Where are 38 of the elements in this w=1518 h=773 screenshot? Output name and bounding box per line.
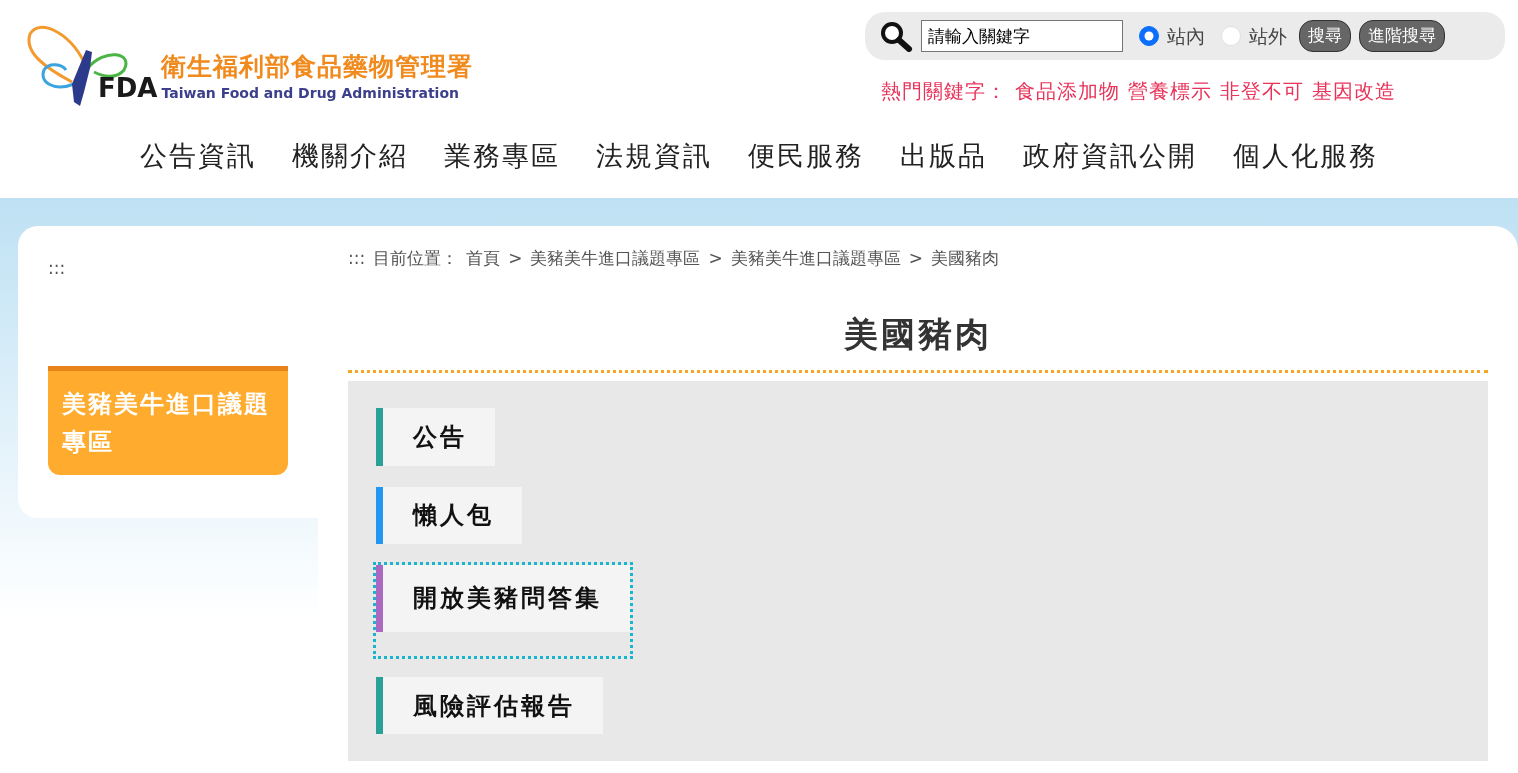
nav-link[interactable]: 便民服務 (748, 136, 864, 198)
accesskey-marker: ::: (48, 258, 66, 278)
hot-keyword-link[interactable]: 食品添加物 (1015, 76, 1120, 106)
breadcrumb-link[interactable]: 美國豬肉 (930, 246, 999, 272)
page-title: 美國豬肉 (844, 313, 992, 355)
topic-link[interactable]: 開放美豬問答集 (376, 564, 630, 632)
hot-keyword-link[interactable]: 非登不可 (1220, 76, 1304, 106)
breadcrumb-separator: > (508, 247, 523, 270)
hot-keyword-link[interactable]: 營養標示 (1128, 76, 1212, 106)
radio-button[interactable] (1139, 26, 1159, 46)
nav-link[interactable]: 業務專區 (444, 136, 560, 198)
search-icon[interactable] (879, 20, 913, 52)
nav-link[interactable]: 法規資訊 (596, 136, 712, 198)
nav-link[interactable]: 機關介紹 (292, 136, 408, 198)
logo-title: 衛生福利部食品藥物管理署 (161, 54, 474, 79)
breadcrumb-label: 目前位置： (373, 247, 459, 270)
nav-link[interactable]: 出版品 (900, 136, 987, 198)
nav-link[interactable]: 政府資訊公開 (1023, 136, 1197, 198)
breadcrumb-link[interactable]: 首頁 (466, 246, 501, 272)
search-field[interactable]: 請輸入關鍵字 (921, 20, 1123, 52)
accesskey-marker: ::: (348, 247, 366, 270)
topic-link[interactable]: 公告 (376, 408, 495, 466)
topic-link[interactable]: 風險評估報告 (376, 676, 603, 735)
logo-subtitle: Taiwan Food and Drug Administration (161, 84, 460, 103)
breadcrumb-link[interactable]: 美豬美牛進口議題專區 (730, 246, 901, 272)
radio-label: 站外 (1249, 23, 1287, 49)
topic-link[interactable]: 懶人包 (376, 486, 522, 544)
breadcrumb-link[interactable]: 美豬美牛進口議題專區 (530, 246, 701, 272)
nav-link[interactable]: 個人化服務 (1233, 136, 1378, 198)
hot-keyword-link[interactable]: 基因改造 (1312, 76, 1396, 106)
radio-label: 站內 (1167, 23, 1205, 49)
hot-keywords-label: 熱門關鍵字： (881, 78, 1007, 105)
search-button[interactable]: 進階搜尋 (1359, 20, 1445, 52)
nav-link[interactable]: 公告資訊 (140, 136, 256, 198)
logo-mark: FDA (98, 72, 158, 105)
search-button[interactable]: 搜尋 (1299, 20, 1351, 52)
breadcrumb-separator: > (908, 247, 923, 270)
breadcrumb-separator: > (708, 247, 723, 270)
